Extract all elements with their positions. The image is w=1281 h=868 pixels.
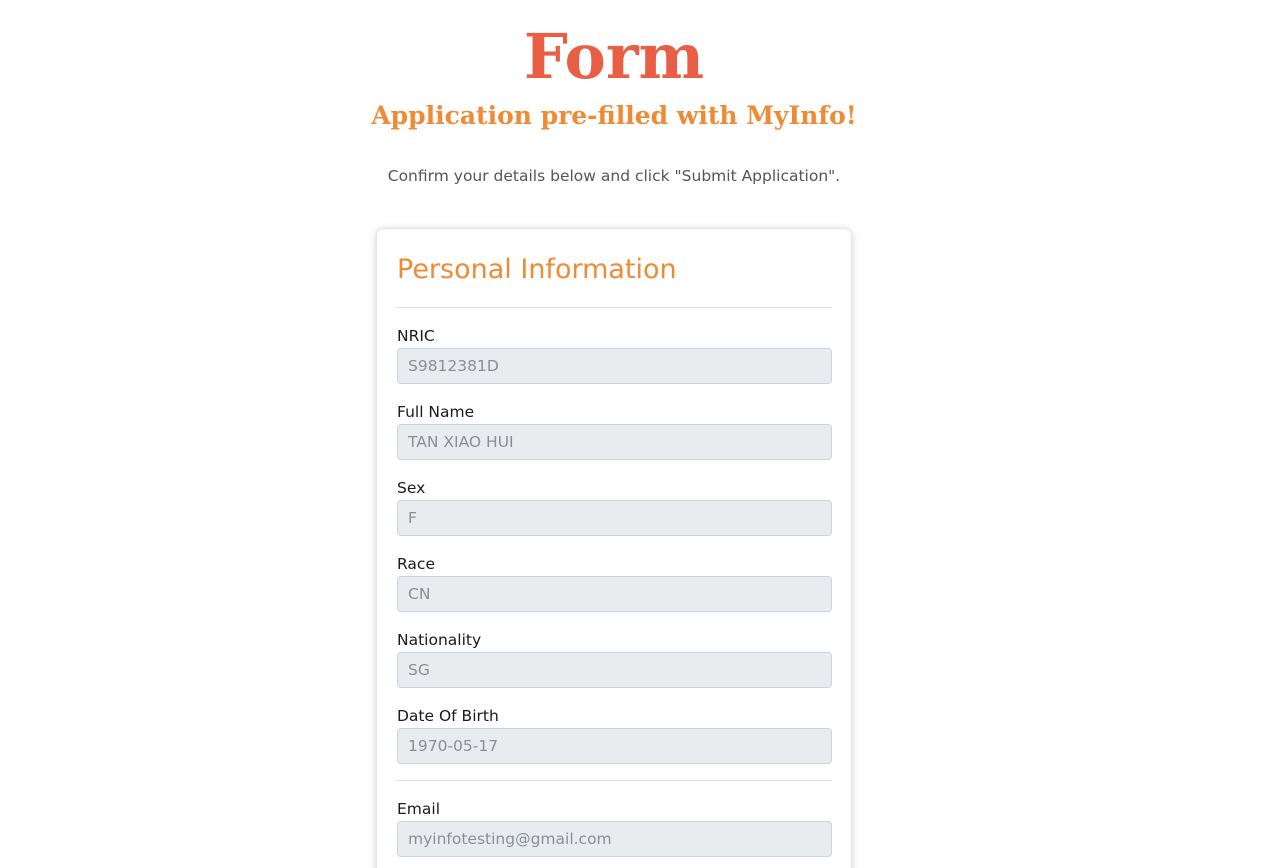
sex-label: Sex <box>397 479 426 497</box>
race-label: Race <box>397 555 435 573</box>
section-divider <box>397 307 832 308</box>
full-name-field[interactable] <box>397 424 832 460</box>
section-title: Personal Information <box>397 254 677 285</box>
nationality-label: Nationality <box>397 631 482 649</box>
page-subtitle: Application pre-filled with MyInfo! <box>371 101 857 130</box>
email-label: Email <box>397 800 441 818</box>
personal-information-card: Personal Information NRIC Full Name Sex … <box>376 228 852 868</box>
date-of-birth-field[interactable] <box>397 728 832 764</box>
email-field[interactable] <box>397 821 832 857</box>
race-field[interactable] <box>397 576 832 612</box>
page-title: Form <box>523 20 705 93</box>
nric-field[interactable] <box>397 348 832 384</box>
sex-field[interactable] <box>397 500 832 536</box>
full-name-label: Full Name <box>397 403 475 421</box>
nric-label: NRIC <box>397 327 435 345</box>
instructions-text: Confirm your details below and click "Su… <box>387 167 841 185</box>
nationality-field[interactable] <box>397 652 832 688</box>
contact-divider <box>397 780 832 781</box>
date-of-birth-label: Date Of Birth <box>397 707 499 725</box>
